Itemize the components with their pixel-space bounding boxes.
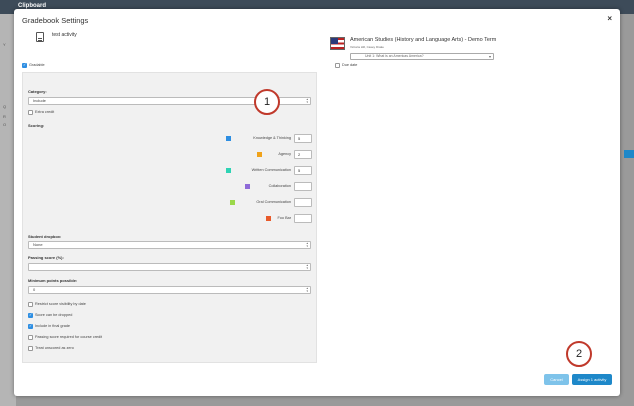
- course-title: American Studies (History and Language A…: [350, 37, 497, 43]
- unscored-zero-label: Treat unscored as zero: [35, 346, 74, 350]
- color-swatch: [230, 200, 235, 205]
- chevron-updown-icon: ▴ ▾: [306, 97, 308, 104]
- final-grade-checkbox[interactable]: [28, 323, 33, 329]
- assign-activity-button[interactable]: Assign 1 activity: [572, 374, 612, 385]
- scoring-input[interactable]: [294, 198, 312, 207]
- scoring-input[interactable]: 5: [294, 134, 312, 143]
- min-points-input[interactable]: 0 ▴ ▾: [28, 286, 311, 294]
- scoring-input[interactable]: [294, 214, 312, 223]
- restrict-visibility-label: Restrict score visibility by date: [35, 302, 86, 306]
- close-icon[interactable]: ×: [607, 14, 612, 23]
- stepper-icon: ▴ ▾: [306, 286, 308, 293]
- category-label: Category:: [28, 89, 47, 94]
- score-dropped-checkbox[interactable]: [28, 312, 33, 318]
- due-date-checkbox[interactable]: [335, 63, 340, 68]
- unit-select-value: Unit 1: What is an Americas America?: [365, 54, 424, 58]
- passing-required-label: Passing score required for course credit: [35, 335, 103, 339]
- category-value: Include: [33, 98, 46, 103]
- scoring-value: 5: [298, 136, 301, 141]
- side-item: R: [3, 114, 6, 119]
- modal-title: Gradebook Settings: [22, 16, 89, 25]
- settings-panel: Category: Include ▴ ▾ Extra credit Scorin…: [22, 72, 317, 363]
- gradable-label: Gradable: [29, 63, 45, 67]
- color-swatch: [257, 152, 262, 157]
- scoring-row-label: Agency: [278, 152, 291, 156]
- scoring-row: Foo Bar: [23, 214, 318, 224]
- scoring-row: Written Communication 5: [23, 166, 318, 176]
- restrict-visibility-checkbox[interactable]: [28, 302, 33, 307]
- color-swatch: [226, 168, 231, 173]
- callout-marker: 2: [566, 341, 592, 367]
- course-instructors: Victoria Hill, Casey Drake: [350, 45, 384, 49]
- scoring-value: 5: [298, 168, 301, 173]
- scoring-row-label: Collaboration: [268, 184, 291, 188]
- unscored-zero-checkbox[interactable]: [28, 346, 33, 351]
- scoring-input[interactable]: 5: [294, 166, 312, 175]
- min-points-label: Minimum points possible:: [28, 278, 78, 283]
- scoring-row: Agency 2: [23, 150, 318, 160]
- side-item: Q: [3, 104, 7, 109]
- passing-score-label: Passing score (%):: [28, 255, 64, 260]
- passing-score-input[interactable]: ▴ ▾: [28, 263, 311, 271]
- unit-select[interactable]: Unit 1: What is an Americas America? ▾: [350, 53, 494, 60]
- stepper-icon: ▴ ▾: [306, 263, 308, 270]
- cancel-button[interactable]: Cancel: [544, 374, 569, 385]
- scoring-input[interactable]: 2: [294, 150, 312, 159]
- scoring-input[interactable]: [294, 182, 312, 191]
- final-grade-label: Include in final grade: [35, 324, 71, 328]
- callout-marker: 1: [254, 89, 280, 115]
- course-flag-icon: [330, 37, 345, 50]
- color-swatch: [226, 136, 231, 141]
- scoring-row-label: Foo Bar: [277, 216, 291, 220]
- min-points-value: 0: [33, 287, 36, 292]
- scoring-value: 2: [298, 152, 301, 157]
- scoring-row: Oral Communication: [23, 198, 318, 208]
- scoring-row-label: Written Communication: [251, 168, 291, 172]
- color-swatch: [245, 184, 250, 189]
- passing-required-checkbox[interactable]: [28, 335, 33, 340]
- side-item: Y: [3, 42, 6, 47]
- scoring-label: Scoring:: [28, 123, 45, 128]
- extra-credit-label: Extra credit: [35, 110, 55, 114]
- scoring-row-label: Knowledge & Thinking: [253, 136, 291, 140]
- gradebook-settings-modal: Gradebook Settings × test activity Ameri…: [14, 9, 620, 396]
- dropbox-label: Student dropbox:: [28, 234, 62, 239]
- chevron-updown-icon: ▴ ▾: [306, 241, 308, 248]
- activity-name: test activity: [52, 32, 77, 38]
- document-icon: [36, 32, 44, 42]
- scoring-row: Collaboration: [23, 182, 318, 192]
- score-dropped-label: Score can be dropped: [35, 313, 73, 317]
- scoring-row-label: Oral Communication: [256, 200, 291, 204]
- extra-credit-checkbox[interactable]: [28, 110, 33, 115]
- chevron-down-icon: ▾: [488, 54, 491, 59]
- side-item: O: [3, 122, 7, 127]
- background-accent: [624, 150, 634, 158]
- dropbox-select[interactable]: None ▴ ▾: [28, 241, 311, 249]
- dropbox-value: None: [33, 242, 43, 247]
- due-date-label: Due date: [342, 63, 358, 67]
- color-swatch: [266, 216, 271, 221]
- gradable-checkbox[interactable]: [22, 62, 27, 68]
- scoring-row: Knowledge & Thinking 5: [23, 134, 318, 144]
